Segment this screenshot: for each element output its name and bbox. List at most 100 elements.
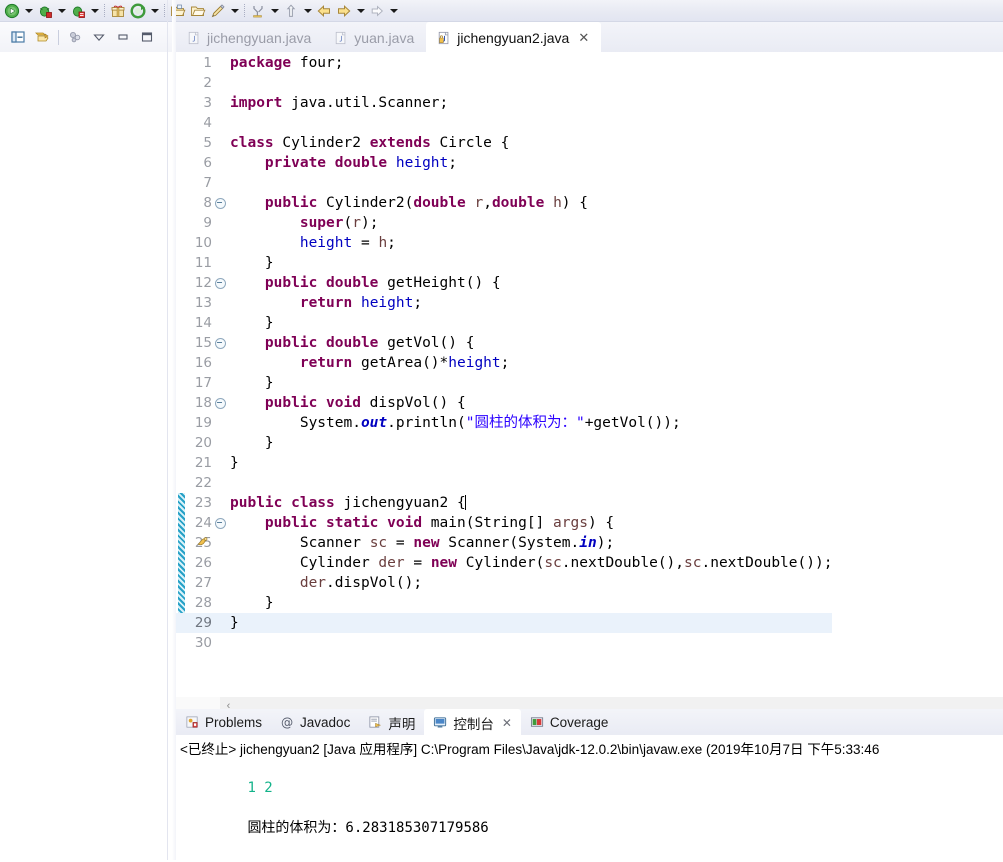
coverage-button[interactable] xyxy=(68,1,101,21)
console-icon xyxy=(433,715,448,730)
code-line[interactable]: 9 super(r); xyxy=(176,213,832,233)
code-line[interactable]: 1 package four; xyxy=(176,53,832,73)
code-line[interactable]: 13 return height; xyxy=(176,293,832,313)
close-icon[interactable]: ✕ xyxy=(578,31,589,44)
code-line[interactable]: 22 xyxy=(176,473,832,493)
forward-arrow-yellow-icon[interactable] xyxy=(334,2,354,20)
minimize-icon[interactable] xyxy=(111,26,135,48)
code-line[interactable]: 30 xyxy=(176,633,832,653)
external-tools-button[interactable] xyxy=(128,1,161,21)
code-line[interactable]: 15 public double getVol() { xyxy=(176,333,832,353)
coverage-bug-red-icon[interactable] xyxy=(68,2,88,20)
toolbar-dropdown-arrow-icon[interactable] xyxy=(228,2,241,20)
code-line[interactable]: 2 xyxy=(176,73,832,93)
editor-tab-yuan-java[interactable]: yuan.java xyxy=(323,22,426,53)
bottom-tab-cjk-2[interactable]: 声明 xyxy=(359,709,424,736)
code-line[interactable]: 29} xyxy=(176,613,833,633)
back-button[interactable] xyxy=(314,1,334,21)
code-line[interactable]: 6 private double height; xyxy=(176,153,832,173)
toolbar-dropdown-arrow-icon[interactable] xyxy=(301,2,314,20)
toolbar-dropdown-arrow-icon[interactable] xyxy=(22,2,35,20)
folder-outline-yellow-icon[interactable] xyxy=(188,2,208,20)
code-text: } xyxy=(230,435,274,451)
gray-up-arrow-icon[interactable] xyxy=(281,2,301,20)
toolbar-dropdown-arrow-icon[interactable] xyxy=(148,2,161,20)
code-line[interactable]: 24 public static void main(String[] args… xyxy=(176,513,832,533)
toolbar-dropdown-arrow-icon[interactable] xyxy=(354,2,367,20)
line-number: 11 xyxy=(194,255,212,271)
package-explorer-tree[interactable] xyxy=(0,52,176,862)
last-edit-location-button[interactable] xyxy=(248,1,281,21)
run-button[interactable] xyxy=(2,1,35,21)
debug-button[interactable] xyxy=(35,1,68,21)
debug-bug-green-icon[interactable] xyxy=(35,2,55,20)
toolbar-dropdown-arrow-icon[interactable] xyxy=(55,2,68,20)
code-line[interactable]: 25 Scanner sc = new Scanner(System.in); xyxy=(176,533,832,553)
code-line[interactable]: 16 return getArea()*height; xyxy=(176,353,832,373)
chevron-down-icon[interactable] xyxy=(87,26,111,48)
link-editor-icon[interactable] xyxy=(6,26,30,48)
gray-right-arrow-icon[interactable] xyxy=(367,2,387,20)
code-line[interactable]: 4 xyxy=(176,113,832,133)
fold-collapse-icon[interactable] xyxy=(214,517,227,529)
fold-collapse-icon[interactable] xyxy=(214,337,227,349)
focus-task-icon[interactable] xyxy=(63,26,87,48)
pencil-quill-icon[interactable] xyxy=(208,2,228,20)
editor-tab-jichengyuan-java[interactable]: jichengyuan.java xyxy=(176,22,323,53)
fold-collapse-icon[interactable] xyxy=(214,397,227,409)
close-icon[interactable]: ✕ xyxy=(502,716,512,730)
code-line[interactable]: 28 } xyxy=(176,593,832,613)
code-line[interactable]: 10 height = h; xyxy=(176,233,832,253)
code-text: import java.util.Scanner; xyxy=(230,95,449,111)
code-line[interactable]: 5 class Cylinder2 extends Circle { xyxy=(176,133,832,153)
code-line[interactable]: 3 import java.util.Scanner; xyxy=(176,93,832,113)
code-line[interactable]: 18 public void dispVol() { xyxy=(176,393,832,413)
toolbar-dropdown-arrow-icon[interactable] xyxy=(268,2,281,20)
code-editor[interactable]: 1 package four; 2 3 import java.util.Scanner… xyxy=(176,53,1003,696)
open-type-button[interactable] xyxy=(168,1,188,21)
gift-box-icon[interactable] xyxy=(108,2,128,20)
open-folder-yellow-icon[interactable] xyxy=(168,2,188,20)
fold-collapse-icon[interactable] xyxy=(214,277,227,289)
code-line[interactable]: 26 Cylinder der = new Cylinder(sc.nextDo… xyxy=(176,553,833,573)
toolbar-dropdown-arrow-icon[interactable] xyxy=(387,2,400,20)
fold-collapse-icon[interactable] xyxy=(214,197,227,209)
search-button[interactable] xyxy=(208,1,241,21)
code-line[interactable]: 17 } xyxy=(176,373,832,393)
line-number: 18 xyxy=(194,395,212,411)
warning-marker-icon[interactable] xyxy=(196,535,212,551)
bottom-tab-cjk-3[interactable]: 控制台 ✕ xyxy=(424,709,521,736)
toolbar-dropdown-arrow-icon[interactable] xyxy=(88,2,101,20)
yellow-y-marker-icon[interactable] xyxy=(248,2,268,20)
open-declaration-button[interactable] xyxy=(281,1,314,21)
bottom-tab-javadoc[interactable]: @ Javadoc xyxy=(271,709,359,736)
code-line[interactable]: 20 } xyxy=(176,433,832,453)
bottom-tab-problems[interactable]: Problems xyxy=(176,709,271,736)
code-line[interactable]: 12 public double getHeight() { xyxy=(176,273,832,293)
code-line[interactable]: 14 } xyxy=(176,313,832,333)
console-output-line: 圆柱的体积为：6.283185307179586 xyxy=(247,820,489,836)
code-line[interactable]: 21} xyxy=(176,453,832,473)
new-package-button[interactable] xyxy=(108,1,128,21)
green-refresh-arrow-icon[interactable] xyxy=(128,2,148,20)
open-resource-button[interactable] xyxy=(188,1,208,21)
code-line[interactable]: 27 der.dispVol(); xyxy=(176,573,832,593)
console-view[interactable]: <已终止> jichengyuan2 [Java 应用程序] C:\Progra… xyxy=(176,736,1003,862)
editor-tab-label: yuan.java xyxy=(354,29,415,46)
collapse-all-icon[interactable] xyxy=(30,26,54,48)
code-line[interactable]: 19 System.out.println("圆柱的体积为："+getVol()… xyxy=(176,413,832,433)
code-line[interactable]: 11 } xyxy=(176,253,832,273)
bottom-tab-coverage[interactable]: Coverage xyxy=(521,709,618,736)
run-green-play-icon[interactable] xyxy=(2,2,22,20)
next-annotation-button[interactable] xyxy=(367,1,400,21)
line-number: 21 xyxy=(194,455,212,471)
maximize-icon[interactable] xyxy=(135,26,159,48)
editor-tab-jichengyuan2-java[interactable]: jichengyuan2.java ✕ xyxy=(426,22,602,53)
back-arrow-yellow-icon[interactable] xyxy=(314,2,334,20)
code-line[interactable]: 7 xyxy=(176,173,832,193)
code-text: der.dispVol(); xyxy=(299,575,423,591)
code-line[interactable]: 23 public class jichengyuan2 { xyxy=(176,493,832,513)
code-line[interactable]: 8 public Cylinder2(double r,double h) { xyxy=(176,193,832,213)
forward-arrow-button[interactable] xyxy=(334,1,367,21)
bottom-tab-label: Coverage xyxy=(549,715,609,730)
